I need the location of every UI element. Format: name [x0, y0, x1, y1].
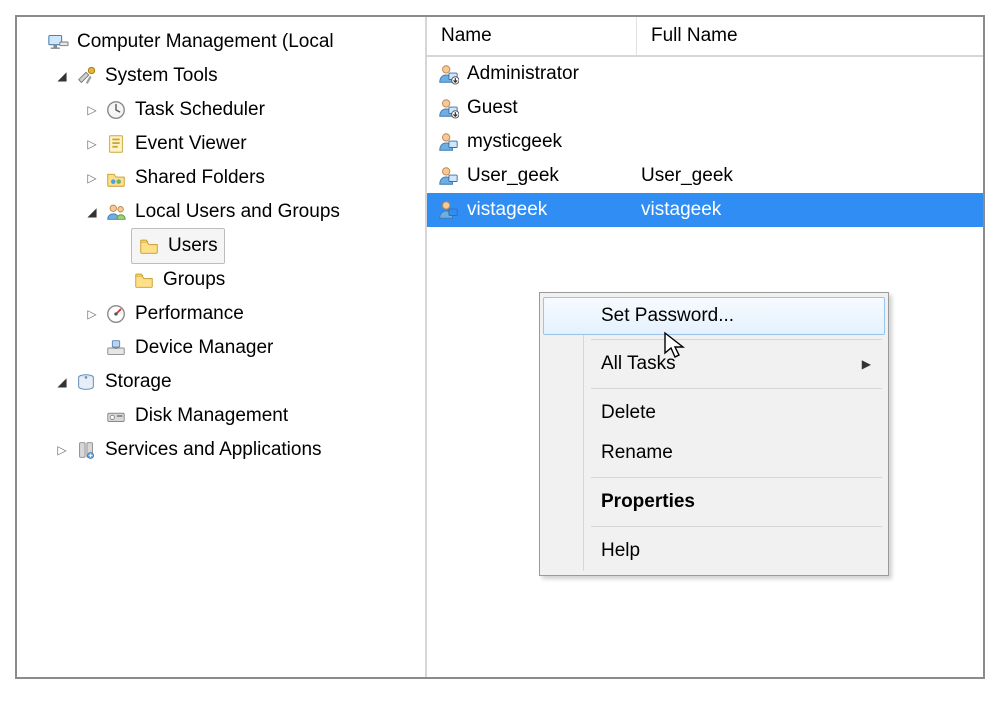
- menu-label: Properties: [601, 491, 695, 513]
- tree-performance[interactable]: ▷ Performance: [27, 297, 425, 331]
- user-icon: [435, 129, 461, 155]
- menu-properties[interactable]: Properties: [543, 482, 885, 522]
- tree-event-viewer[interactable]: ▷ Event Viewer: [27, 127, 425, 161]
- tree-task-scheduler[interactable]: ▷ Task Scheduler: [27, 93, 425, 127]
- disk-management-icon: [103, 403, 129, 429]
- expand-collapse-icon[interactable]: ▷: [85, 127, 99, 161]
- menu-delete[interactable]: Delete: [543, 393, 885, 433]
- column-header-fullname[interactable]: Full Name: [637, 17, 983, 55]
- user-icon: [435, 95, 461, 121]
- folder-icon: [136, 233, 162, 259]
- user-icon: [435, 197, 461, 223]
- column-header-name[interactable]: Name: [427, 17, 637, 55]
- column-headers: Name Full Name: [427, 17, 983, 57]
- users-groups-icon: [103, 199, 129, 225]
- tree-label: Groups: [163, 263, 225, 297]
- column-label: Full Name: [651, 25, 738, 47]
- tree-label: System Tools: [105, 59, 218, 93]
- context-menu: Set Password... All Tasks ▶ Delete Rename…: [539, 292, 889, 576]
- menu-rename[interactable]: Rename: [543, 433, 885, 473]
- user-fullname: User_geek: [641, 165, 733, 186]
- storage-icon: [73, 369, 99, 395]
- submenu-arrow-icon: ▶: [862, 357, 871, 371]
- tree-label: Performance: [135, 297, 244, 331]
- event-viewer-icon: [103, 131, 129, 157]
- list-item[interactable]: Administrator: [427, 57, 983, 91]
- tree-pane: Computer Management (Local ◢ System Tool…: [17, 17, 427, 677]
- services-apps-icon: [73, 437, 99, 463]
- user-fullname: vistageek: [641, 199, 721, 220]
- user-name: mysticgeek: [467, 131, 562, 153]
- folder-icon: [131, 267, 157, 293]
- user-name: Administrator: [467, 63, 579, 85]
- tree-label: Users: [168, 229, 218, 263]
- tree-shared-folders[interactable]: ▷ Shared Folders: [27, 161, 425, 195]
- user-icon: [435, 61, 461, 87]
- tree-local-users-groups[interactable]: ◢ Local Users and Groups: [27, 195, 425, 229]
- tree-label: Disk Management: [135, 399, 288, 433]
- list-item[interactable]: mysticgeek: [427, 125, 983, 159]
- expand-collapse-icon[interactable]: ◢: [55, 59, 69, 93]
- menu-all-tasks[interactable]: All Tasks ▶: [543, 344, 885, 384]
- window-frame: Computer Management (Local ◢ System Tool…: [15, 15, 985, 679]
- user-name: User_geek: [467, 165, 559, 187]
- tree-users[interactable]: Users: [27, 229, 425, 263]
- list-item[interactable]: Guest: [427, 91, 983, 125]
- tree-system-tools[interactable]: ◢ System Tools: [27, 59, 425, 93]
- shared-folders-icon: [103, 165, 129, 191]
- list-item[interactable]: User_geek User_geek: [427, 159, 983, 193]
- expand-collapse-icon[interactable]: ▷: [85, 297, 99, 331]
- tree-groups[interactable]: Groups: [27, 263, 425, 297]
- user-icon: [435, 163, 461, 189]
- menu-label: Rename: [601, 442, 673, 464]
- tree-device-manager[interactable]: Device Manager: [27, 331, 425, 365]
- menu-set-password[interactable]: Set Password...: [543, 297, 885, 335]
- tree-label: Device Manager: [135, 331, 273, 365]
- performance-icon: [103, 301, 129, 327]
- menu-help[interactable]: Help: [543, 531, 885, 571]
- expand-collapse-icon[interactable]: ◢: [85, 195, 99, 229]
- column-label: Name: [441, 25, 492, 47]
- system-tools-icon: [73, 63, 99, 89]
- computer-mgmt-icon: [45, 29, 71, 55]
- tree-label: Task Scheduler: [135, 93, 265, 127]
- list-item[interactable]: vistageek vistageek: [427, 193, 983, 227]
- tree-disk-management[interactable]: Disk Management: [27, 399, 425, 433]
- user-name: vistageek: [467, 199, 547, 221]
- expand-collapse-icon[interactable]: ◢: [55, 365, 69, 399]
- device-manager-icon: [103, 335, 129, 361]
- tree-label: Local Users and Groups: [135, 195, 340, 229]
- menu-separator: [591, 526, 882, 527]
- menu-separator: [591, 388, 882, 389]
- tree-label: Storage: [105, 365, 172, 399]
- tree-label: Shared Folders: [135, 161, 265, 195]
- menu-label: Delete: [601, 402, 656, 424]
- tree-label: Services and Applications: [105, 433, 322, 467]
- menu-label: Help: [601, 540, 640, 562]
- user-name: Guest: [467, 97, 518, 119]
- tree-label: Computer Management (Local: [77, 25, 334, 59]
- expand-collapse-icon[interactable]: ▷: [85, 161, 99, 195]
- tree-label: Event Viewer: [135, 127, 247, 161]
- menu-separator: [591, 339, 882, 340]
- tree-services-apps[interactable]: ▷ Services and Applications: [27, 433, 425, 467]
- tree-storage[interactable]: ◢ Storage: [27, 365, 425, 399]
- tree-root[interactable]: Computer Management (Local: [27, 25, 425, 59]
- clock-icon: [103, 97, 129, 123]
- menu-label: Set Password...: [601, 305, 734, 327]
- menu-label: All Tasks: [601, 353, 676, 375]
- expand-collapse-icon[interactable]: ▷: [85, 93, 99, 127]
- expand-collapse-icon[interactable]: ▷: [55, 433, 69, 467]
- menu-separator: [591, 477, 882, 478]
